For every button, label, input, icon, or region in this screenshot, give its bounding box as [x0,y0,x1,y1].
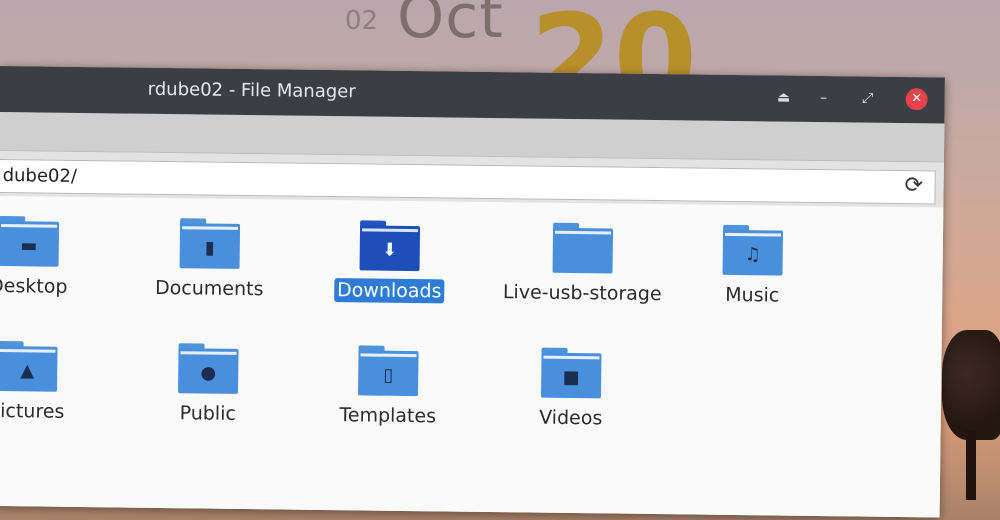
clock-month: Oct [397,0,504,52]
tree-trunk [966,430,976,500]
path-text: dube02/ [2,165,78,187]
folder-item-public[interactable]: ● Public [133,343,284,427]
folder-body [552,227,614,274]
folder-label: Downloads [333,278,445,304]
folder-item-live-usb-storage[interactable]: Live-usb-storage [497,222,668,306]
folder-glyph: ♫ [744,244,761,266]
wallpaper-tree [938,330,1000,500]
folder-glyph: ▬ [20,235,38,257]
pictures-folder-icon: ▲ [0,340,58,392]
folder-body: ▬ [0,221,60,267]
music-folder-icon: ♫ [722,224,784,276]
public-folder-icon: ● [178,343,239,394]
folder-item-downloads[interactable]: ⬇ Downloads [314,220,465,304]
folder-label: Pictures [0,399,65,423]
tree-canopy [942,330,1000,440]
folder-glyph: ● [200,362,217,384]
folder-item-templates[interactable]: ▯ Templates [313,345,464,429]
folder-glyph: ■ [562,366,580,389]
folder-item-documents[interactable]: ▮ Documents [134,218,285,302]
eject-icon[interactable]: ⏏ [773,86,795,108]
folder-body: ■ [540,352,602,399]
folder-label: Desktop [0,274,68,298]
folder-item-videos[interactable]: ■ Videos [496,347,647,431]
folder-glyph: ⬇ [382,239,398,261]
refresh-icon[interactable]: ⟳ [904,173,926,198]
folder-icon [552,222,614,274]
folder-glyph [553,243,613,244]
folder-glyph: ▯ [383,364,394,386]
folder-item-pictures[interactable]: ▲ Pictures [0,340,103,424]
clock-day: 02 [345,6,379,36]
documents-folder-icon: ▮ [179,218,241,269]
close-button[interactable]: ✕ [905,88,928,111]
folder-body: ♫ [722,229,784,276]
downloads-folder-icon: ⬇ [359,220,421,272]
folder-label: Public [179,402,237,425]
folder-body: ⬇ [359,225,421,272]
minimize-button[interactable]: – [813,87,835,109]
folder-body: ▯ [358,350,419,397]
folder-body: ▮ [179,223,241,269]
folder-label: Templates [339,404,437,428]
desktop-folder-icon: ▬ [0,216,60,267]
folder-glyph: ▲ [20,360,35,382]
folder-glyph: ▮ [204,237,215,259]
folder-label: Videos [539,406,603,430]
templates-folder-icon: ▯ [358,345,419,397]
file-view: ▬ Desktop ▮ Documents ⬇ Downloads Live-u… [0,195,944,518]
folder-item-music[interactable]: ♫ Music [677,224,828,308]
folder-body: ● [178,348,239,394]
maximize-button[interactable]: ⤢ [857,87,879,109]
file-manager-window: rdube02 - File Manager ⏏ – ⤢ ✕ dube02/ ⟳… [0,66,945,518]
folder-label: Documents [154,276,264,301]
folder-item-desktop[interactable]: ▬ Desktop [0,215,104,299]
window-title: rdube02 - File Manager [147,78,356,103]
videos-folder-icon: ■ [540,347,602,399]
folder-body: ▲ [0,345,58,392]
folder-label: Music [725,283,780,307]
folder-label: Live-usb-storage [502,281,662,306]
